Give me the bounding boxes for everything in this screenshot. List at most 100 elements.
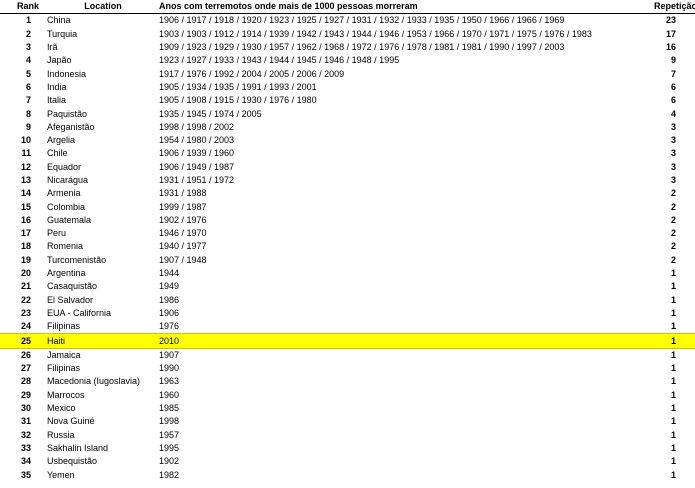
location-cell[interactable]: Afeganistão [47,121,159,134]
years-cell[interactable]: 1963 [159,375,639,388]
repeats-cell[interactable]: 16 [639,41,695,54]
years-cell[interactable]: 1960 [159,389,639,402]
header-repeats[interactable]: Repetição [639,0,695,15]
location-cell[interactable]: Turquia [47,28,159,41]
location-cell[interactable]: India [47,81,159,94]
location-cell[interactable]: Equador [47,161,159,174]
years-cell[interactable]: 1906 [159,307,639,320]
years-cell[interactable]: 1923 / 1927 / 1933 / 1943 / 1944 / 1945 … [159,54,639,67]
table-row[interactable]: 29 Marrocos 1960 1 [0,389,695,402]
table-row[interactable]: 25 Haiti 2010 1 [0,333,695,349]
years-cell[interactable]: 1903 / 1903 / 1912 / 1914 / 1939 / 1942 … [159,28,639,41]
rank-cell[interactable]: 19 [0,254,47,267]
location-cell[interactable]: Mexico [47,402,159,415]
rank-cell[interactable]: 15 [0,200,47,213]
years-cell[interactable]: 1954 / 1980 / 2003 [159,134,639,147]
rank-cell[interactable]: 26 [0,348,47,362]
table-row[interactable]: 10 Argelia 1954 / 1980 / 2003 3 [0,134,695,147]
years-cell[interactable]: 1906 / 1949 / 1987 [159,161,639,174]
years-cell[interactable]: 1907 / 1948 [159,254,639,267]
table-row[interactable]: 24 Filipinas 1976 1 [0,320,695,334]
table-row[interactable]: 35 Yemen 1982 1 [0,468,695,481]
location-cell[interactable]: Jamaica [47,348,159,362]
repeats-cell[interactable]: 1 [639,348,695,362]
location-cell[interactable]: Paquistão [47,107,159,120]
repeats-cell[interactable]: 1 [639,389,695,402]
repeats-cell[interactable]: 1 [639,375,695,388]
repeats-cell[interactable]: 3 [639,134,695,147]
repeats-cell[interactable]: 1 [639,333,695,349]
years-cell[interactable]: 1905 / 1934 / 1935 / 1991 / 1993 / 2001 [159,81,639,94]
repeats-cell[interactable]: 17 [639,28,695,41]
years-cell[interactable]: 1902 / 1976 [159,214,639,227]
rank-cell[interactable]: 31 [0,415,47,428]
location-cell[interactable]: Russia [47,429,159,442]
rank-cell[interactable]: 27 [0,362,47,375]
location-cell[interactable]: Nicarágua [47,174,159,187]
table-row[interactable]: 3 Irã 1909 / 1923 / 1929 / 1930 / 1957 / 1… [0,41,695,54]
table-row[interactable]: 31 Nova Guiné 1998 1 [0,415,695,428]
table-row[interactable]: 22 El Salvador 1986 1 [0,294,695,307]
repeats-cell[interactable]: 2 [639,200,695,213]
table-row[interactable]: 16 Guatemala 1902 / 1976 2 [0,214,695,227]
years-cell[interactable]: 1995 [159,442,639,455]
years-cell[interactable]: 1990 [159,362,639,375]
repeats-cell[interactable]: 2 [639,254,695,267]
rank-cell[interactable]: 2 [0,28,47,41]
location-cell[interactable]: Japão [47,54,159,67]
rank-cell[interactable]: 29 [0,389,47,402]
location-cell[interactable]: Nova Guiné [47,415,159,428]
rank-cell[interactable]: 5 [0,67,47,80]
years-cell[interactable]: 1957 [159,429,639,442]
repeats-cell[interactable]: 6 [639,94,695,107]
table-row[interactable]: 1 China 1906 / 1917 / 1918 / 1920 / 1923 /… [0,14,695,28]
table-row[interactable]: 19 Turcomenistão 1907 / 1948 2 [0,254,695,267]
years-cell[interactable]: 1931 / 1988 [159,187,639,200]
table-row[interactable]: 12 Equador 1906 / 1949 / 1987 3 [0,161,695,174]
table-row[interactable]: 15 Colombia 1999 / 1987 2 [0,200,695,213]
years-cell[interactable]: 1998 [159,415,639,428]
years-cell[interactable]: 1976 [159,320,639,334]
rank-cell[interactable]: 9 [0,121,47,134]
table-row[interactable]: 11 Chile 1906 / 1939 / 1960 3 [0,147,695,160]
years-cell[interactable]: 1902 [159,455,639,468]
rank-cell[interactable]: 12 [0,161,47,174]
years-cell[interactable]: 1906 / 1939 / 1960 [159,147,639,160]
location-cell[interactable]: Yemen [47,468,159,481]
repeats-cell[interactable]: 1 [639,455,695,468]
repeats-cell[interactable]: 2 [639,214,695,227]
location-cell[interactable]: Italia [47,94,159,107]
location-cell[interactable]: Indonesia [47,67,159,80]
header-years[interactable]: Anos com terremotos onde mais de 1000 pe… [159,0,639,15]
repeats-cell[interactable]: 1 [639,267,695,280]
header-location[interactable]: Location [47,0,159,15]
years-cell[interactable]: 1946 / 1970 [159,227,639,240]
location-cell[interactable]: Marrocos [47,389,159,402]
repeats-cell[interactable]: 9 [639,54,695,67]
location-cell[interactable]: Filipinas [47,362,159,375]
years-cell[interactable]: 1905 / 1908 / 1915 / 1930 / 1976 / 1980 [159,94,639,107]
years-cell[interactable]: 1906 / 1917 / 1918 / 1920 / 1923 / 1925 … [159,14,639,28]
header-rank[interactable]: Rank [0,0,47,15]
years-cell[interactable]: 1999 / 1987 [159,200,639,213]
years-cell[interactable]: 1931 / 1951 / 1972 [159,174,639,187]
rank-cell[interactable]: 23 [0,307,47,320]
repeats-cell[interactable]: 1 [639,442,695,455]
rank-cell[interactable]: 30 [0,402,47,415]
repeats-cell[interactable]: 1 [639,468,695,481]
location-cell[interactable]: Guatemala [47,214,159,227]
repeats-cell[interactable]: 1 [639,294,695,307]
location-cell[interactable]: Colombia [47,200,159,213]
location-cell[interactable]: Filipinas [47,320,159,334]
repeats-cell[interactable]: 1 [639,307,695,320]
rank-cell[interactable]: 20 [0,267,47,280]
rank-cell[interactable]: 22 [0,294,47,307]
location-cell[interactable]: Macedonia (Iugoslavia) [47,375,159,388]
location-cell[interactable]: EUA - California [47,307,159,320]
repeats-cell[interactable]: 1 [639,429,695,442]
location-cell[interactable]: Usbequistão [47,455,159,468]
rank-cell[interactable]: 33 [0,442,47,455]
table-row[interactable]: 7 Italia 1905 / 1908 / 1915 / 1930 / 1976 … [0,94,695,107]
table-row[interactable]: 13 Nicarágua 1931 / 1951 / 1972 3 [0,174,695,187]
rank-cell[interactable]: 13 [0,174,47,187]
